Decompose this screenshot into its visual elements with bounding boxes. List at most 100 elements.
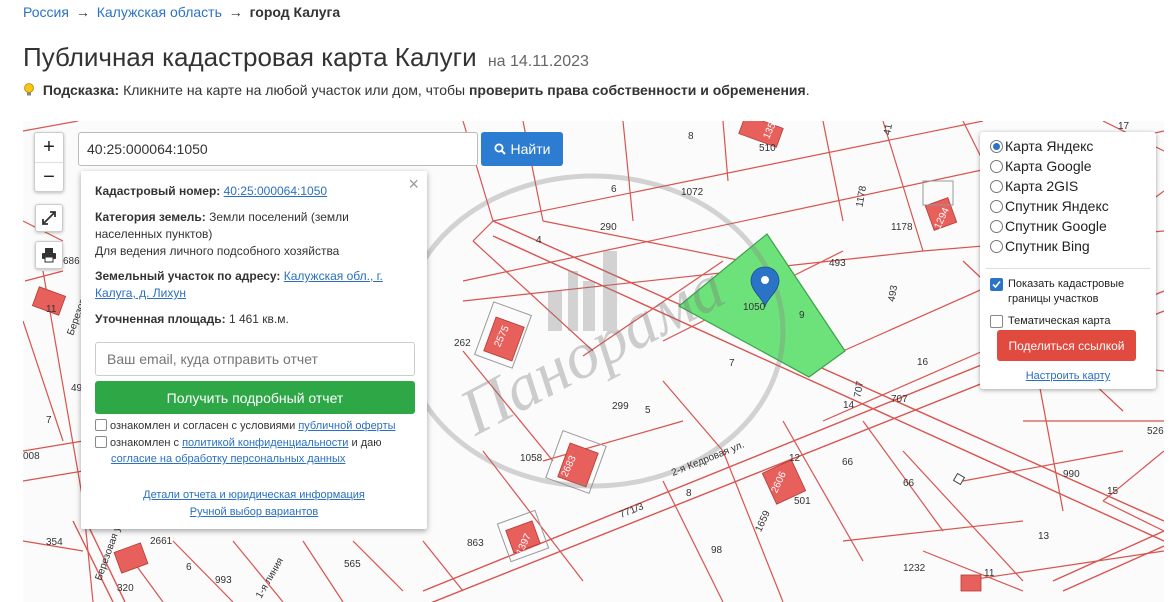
privacy-policy-link[interactable]: политикой конфиденциальности xyxy=(182,437,348,449)
checkbox-checked-icon[interactable] xyxy=(990,278,1003,291)
radio-icon[interactable] xyxy=(990,239,1003,253)
parcel-label: 262 xyxy=(454,338,471,349)
parcel-label: 354 xyxy=(46,537,63,548)
layer-option-label: Карта 2GIS xyxy=(1005,178,1079,194)
parcel-label: 510 xyxy=(759,143,776,154)
cadastral-number-label: Кадастровый номер: xyxy=(95,184,221,198)
parcel-label: 493 xyxy=(829,258,846,269)
divider xyxy=(986,268,1150,269)
email-input[interactable] xyxy=(95,342,415,376)
thematic-map-toggle[interactable]: Тематическая карта xyxy=(990,314,1110,329)
show-borders-label: Показать кадастровые границы участков xyxy=(1008,278,1125,305)
area-value: 1 461 кв.м. xyxy=(228,312,289,326)
zoom-out-button[interactable]: − xyxy=(35,162,63,191)
search-input[interactable] xyxy=(78,132,478,166)
hint-text: Кликните на карте на любой участок или д… xyxy=(123,82,466,98)
parcel-label: 6 xyxy=(186,562,192,573)
parcel-label: 16 xyxy=(917,357,929,368)
parcel-label: 9 xyxy=(799,310,805,321)
parcel-label: 15 xyxy=(1107,486,1119,497)
layer-option-label: Карта Google xyxy=(1005,158,1092,174)
svg-text:771/3: 771/3 xyxy=(618,501,646,521)
parcel-label: 11 xyxy=(46,304,57,315)
search-button[interactable]: Найти xyxy=(481,132,563,166)
cadastral-map[interactable]: Панорама 2-я Кедровая ул. 771/3 Березова… xyxy=(23,121,1164,602)
parcel-label: 98 xyxy=(711,545,723,556)
land-category-label: Категория земель: xyxy=(95,210,206,224)
parcel-label: 5 xyxy=(645,405,651,416)
parcel-label: 526 xyxy=(1147,426,1164,437)
parcel-label: 320 xyxy=(117,583,134,594)
share-link-button[interactable]: Поделиться ссылкой xyxy=(997,330,1136,361)
land-category-value-cont: населенных пунктов) xyxy=(95,227,213,241)
layer-option-yandex-satellite[interactable]: Спутник Яндекс xyxy=(990,198,1109,214)
parcel-label: 686 xyxy=(63,256,80,267)
breadcrumb: Россия → Калужская область → город Калуг… xyxy=(23,4,340,20)
agree-offer-checkbox[interactable] xyxy=(95,419,107,431)
manual-row: Ручной выбор вариантов xyxy=(81,506,427,518)
cadastral-number-link[interactable]: 40:25:000064:1050 xyxy=(224,184,327,198)
parcel-label: 299 xyxy=(612,401,629,412)
parcel-label: 8 xyxy=(688,131,694,142)
address-link-cont[interactable]: Калуга, д. Лихун xyxy=(95,286,186,300)
parcel-label: 290 xyxy=(600,222,617,233)
layer-option-label: Спутник Яндекс xyxy=(1005,198,1109,214)
report-details-link[interactable]: Детали отчета и юридическая информация xyxy=(143,489,365,501)
agree-privacy-mid: и даю xyxy=(351,437,382,449)
checkbox-icon[interactable] xyxy=(990,315,1003,328)
print-button[interactable] xyxy=(35,241,63,269)
layer-option-yandex-map[interactable]: Карта Яндекс xyxy=(990,138,1093,154)
parcel-label: 8 xyxy=(686,488,692,499)
parcel-label: 565 xyxy=(344,559,361,570)
radio-icon[interactable] xyxy=(990,179,1003,193)
area-row: Уточненная площадь: 1 461 кв.м. xyxy=(95,311,415,328)
svg-text:2-я Кедровая ул.: 2-я Кедровая ул. xyxy=(670,440,746,479)
parcel-label: 1072 xyxy=(681,187,704,198)
personal-data-link[interactable]: согласие на обработку персональных данны… xyxy=(111,453,345,465)
layer-option-label: Карта Яндекс xyxy=(1005,138,1094,154)
hint-label: Подсказка: xyxy=(42,82,120,98)
parcel-label: 17 xyxy=(1118,121,1130,132)
parcel-info-panel: × Кадастровый номер: 40:25:000064:1050 К… xyxy=(81,171,427,529)
layer-switcher: Карта Яндекс Карта Google Карта 2GIS Спу… xyxy=(980,132,1156,389)
radio-icon[interactable] xyxy=(990,199,1003,213)
zoom-control: + − xyxy=(34,132,64,192)
parcel-label: 707 xyxy=(891,394,908,405)
parcel-label: 13 xyxy=(1038,531,1050,542)
manual-select-link[interactable]: Ручной выбор вариантов xyxy=(190,506,318,518)
get-report-button[interactable]: Получить подробный отчет xyxy=(95,381,415,414)
breadcrumb-separator: → xyxy=(228,4,243,20)
map-settings-link[interactable]: Настроить карту xyxy=(980,370,1156,382)
radio-icon[interactable] xyxy=(990,219,1003,233)
parcel-label: 11 xyxy=(984,568,995,579)
cadastral-number-row: Кадастровый номер: 40:25:000064:1050 xyxy=(95,183,415,200)
radio-icon[interactable] xyxy=(990,159,1003,173)
lightbulb-icon xyxy=(24,83,34,96)
agree-privacy-text: ознакомлен с xyxy=(110,437,180,449)
parcel-label: 1058 xyxy=(520,453,543,464)
layer-option-label: Спутник Bing xyxy=(1005,238,1090,254)
agree-privacy-checkbox[interactable] xyxy=(95,436,107,448)
layer-option-bing-satellite[interactable]: Спутник Bing xyxy=(990,238,1090,254)
thematic-map-label: Тематическая карта xyxy=(1008,315,1111,327)
parcel-label: 6 xyxy=(611,184,617,195)
layer-option-google-satellite[interactable]: Спутник Google xyxy=(990,218,1107,234)
parcel-label: 7 xyxy=(729,358,735,369)
address-link[interactable]: Калужская обл., г. xyxy=(284,269,383,283)
public-offer-link[interactable]: публичной оферты xyxy=(298,420,395,432)
layer-option-2gis-map[interactable]: Карта 2GIS xyxy=(990,178,1078,194)
layer-option-google-map[interactable]: Карта Google xyxy=(990,158,1092,174)
page-title-text: Публичная кадастровая карта Калуги xyxy=(23,42,477,72)
breadcrumb-link-russia[interactable]: Россия xyxy=(23,4,69,20)
search-icon xyxy=(494,143,506,155)
agree-data-row: согласие на обработку персональных данны… xyxy=(111,451,345,467)
breadcrumb-link-region[interactable]: Калужская область xyxy=(97,4,222,20)
land-use-value: Для ведения личного подсобного хозяйства xyxy=(95,244,340,258)
parcel-label: 7 xyxy=(46,415,52,426)
zoom-in-button[interactable]: + xyxy=(35,133,63,162)
parcel-label: 993 xyxy=(215,575,232,586)
parcel-label: 008 xyxy=(23,451,40,462)
show-borders-toggle[interactable]: Показать кадастровые границы участков xyxy=(990,277,1124,307)
radio-selected-icon[interactable] xyxy=(990,139,1003,153)
fullscreen-button[interactable] xyxy=(35,204,63,232)
